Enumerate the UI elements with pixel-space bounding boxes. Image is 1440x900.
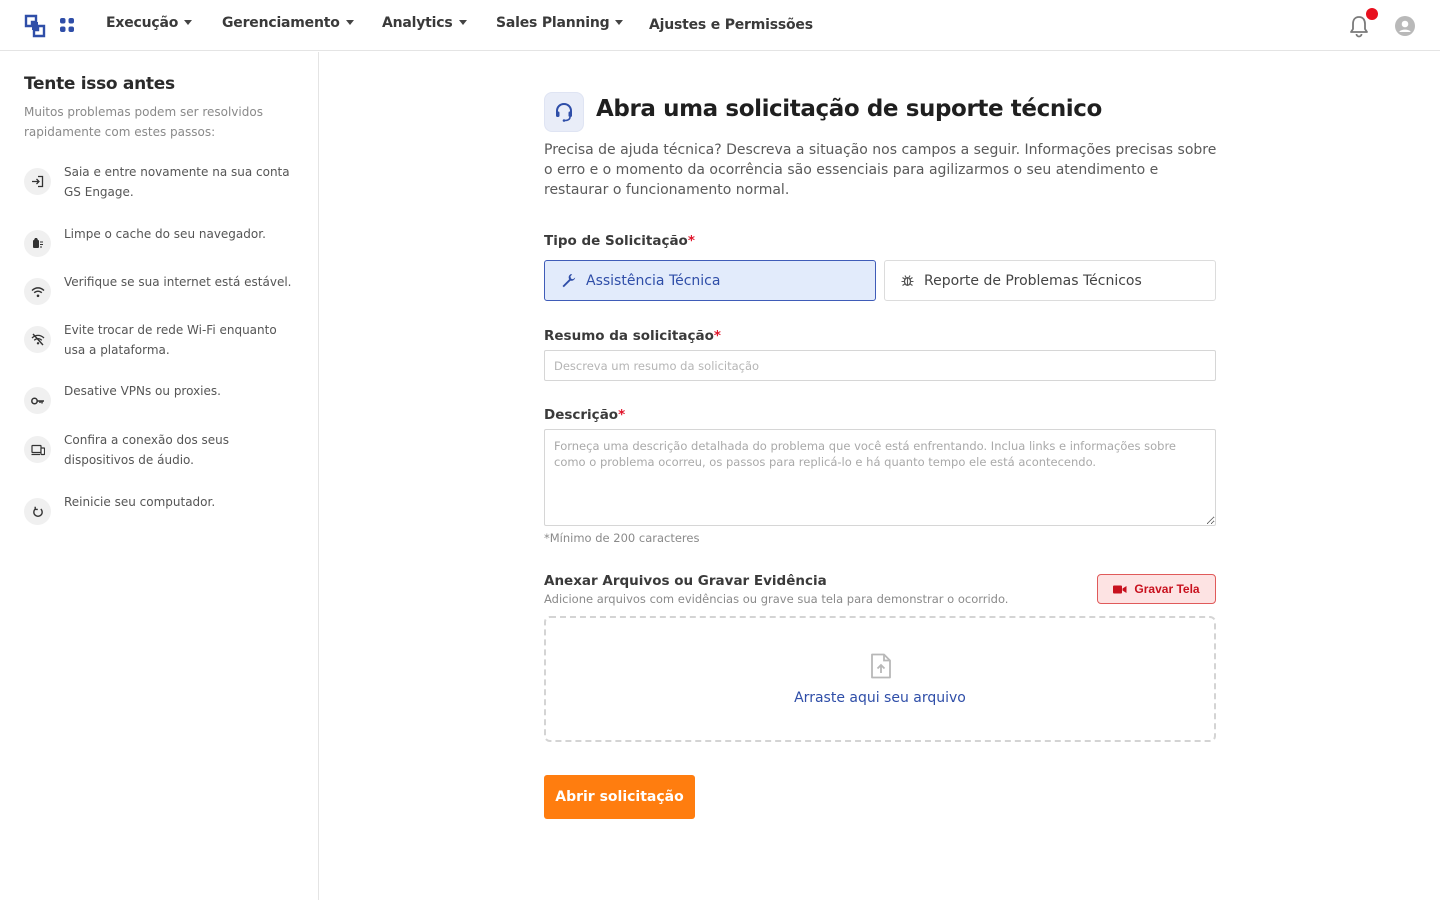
tip-text: Confira a conexão dos seus dispositivos … [64, 433, 229, 467]
clear-cache-icon [24, 230, 51, 257]
required-mark: * [687, 233, 695, 249]
submit-request-button[interactable]: Abrir solicitação [544, 775, 695, 819]
nav-analytics[interactable]: Analytics [382, 15, 467, 35]
nav-execucao-label: Execução [106, 15, 179, 31]
record-screen-label: Gravar Tela [1134, 582, 1200, 596]
tip-text: Evite trocar de rede Wi-Fi enquanto usa … [64, 323, 277, 357]
wifi-off-icon [24, 326, 51, 353]
support-agent-icon [544, 92, 584, 132]
notification-badge [1366, 8, 1378, 20]
file-dropzone[interactable]: Arraste aqui seu arquivo [544, 616, 1216, 742]
attachments-title: Anexar Arquivos ou Gravar Evidência [544, 573, 827, 589]
sidebar-subtitle: Muitos problemas podem ser resolvidos ra… [24, 105, 263, 139]
logo-icon[interactable] [24, 14, 46, 38]
summary-label-text: Resumo da solicitação [544, 328, 714, 344]
required-mark: * [618, 407, 626, 423]
chevron-down-icon [615, 19, 624, 25]
type-option-reporte-problemas[interactable]: Reporte de Problemas Técnicos [884, 260, 1216, 301]
top-navigation-bar: Execução Gerenciamento Analytics Sales P… [0, 0, 1440, 51]
chevron-down-icon [345, 19, 354, 25]
video-camera-icon [1113, 585, 1127, 593]
devices-icon [24, 436, 51, 463]
bug-icon [901, 275, 914, 286]
troubleshooting-sidebar: Tente isso antes Muitos problemas podem … [0, 52, 319, 900]
nav-ajustes-permissoes[interactable]: Ajustes e Permissões [649, 17, 813, 37]
tip-text: Limpe o cache do seu navegador. [64, 227, 266, 241]
request-type-label-text: Tipo de Solicitação [544, 233, 688, 249]
description-label: Descrição* [544, 407, 625, 423]
chevron-down-icon [458, 19, 467, 25]
apps-grid-icon[interactable] [60, 18, 74, 32]
attachments-subtitle: Adicione arquivos com evidências ou grav… [544, 592, 1009, 606]
nav-sales-planning[interactable]: Sales Planning [496, 15, 624, 35]
tip-text: Saia e entre novamente na sua conta GS E… [64, 165, 290, 199]
file-upload-icon [871, 653, 891, 679]
sidebar-title: Tente isso antes [24, 74, 175, 94]
summary-input[interactable] [544, 350, 1216, 381]
dropzone-text: Arraste aqui seu arquivo [794, 690, 966, 706]
request-type-label: Tipo de Solicitação* [544, 233, 695, 249]
type-option-label: Reporte de Problemas Técnicos [924, 272, 1142, 289]
restart-icon [24, 498, 51, 525]
record-screen-button[interactable]: Gravar Tela [1097, 574, 1216, 604]
wifi-icon [24, 278, 51, 305]
chevron-down-icon [184, 19, 193, 25]
required-mark: * [713, 328, 721, 344]
nav-gerenciamento[interactable]: Gerenciamento [222, 15, 354, 35]
description-textarea[interactable] [544, 429, 1216, 526]
nav-execucao[interactable]: Execução [106, 15, 193, 35]
type-option-label: Assistência Técnica [586, 272, 721, 289]
key-icon [24, 387, 51, 414]
description-label-text: Descrição [544, 407, 619, 423]
page-title: Abra uma solicitação de suporte técnico [596, 96, 1102, 122]
tip-text: Desative VPNs ou proxies. [64, 384, 221, 398]
wrench-icon [562, 274, 576, 288]
login-icon [24, 168, 51, 195]
type-option-assistencia-tecnica[interactable]: Assistência Técnica [544, 260, 876, 301]
nav-analytics-label: Analytics [382, 15, 453, 31]
nav-sales-planning-label: Sales Planning [496, 15, 610, 31]
tip-text: Reinicie seu computador. [64, 495, 216, 509]
summary-label: Resumo da solicitação* [544, 328, 721, 344]
nav-gerenciamento-label: Gerenciamento [222, 15, 340, 31]
nav-ajustes-label: Ajustes e Permissões [649, 17, 813, 33]
user-avatar-icon[interactable] [1395, 16, 1415, 36]
description-min-chars-hint: *Mínimo de 200 caracteres [544, 531, 700, 545]
tip-text: Verifique se sua internet está estável. [64, 275, 292, 289]
page-description: Precisa de ajuda técnica? Descreva a sit… [544, 142, 1217, 198]
